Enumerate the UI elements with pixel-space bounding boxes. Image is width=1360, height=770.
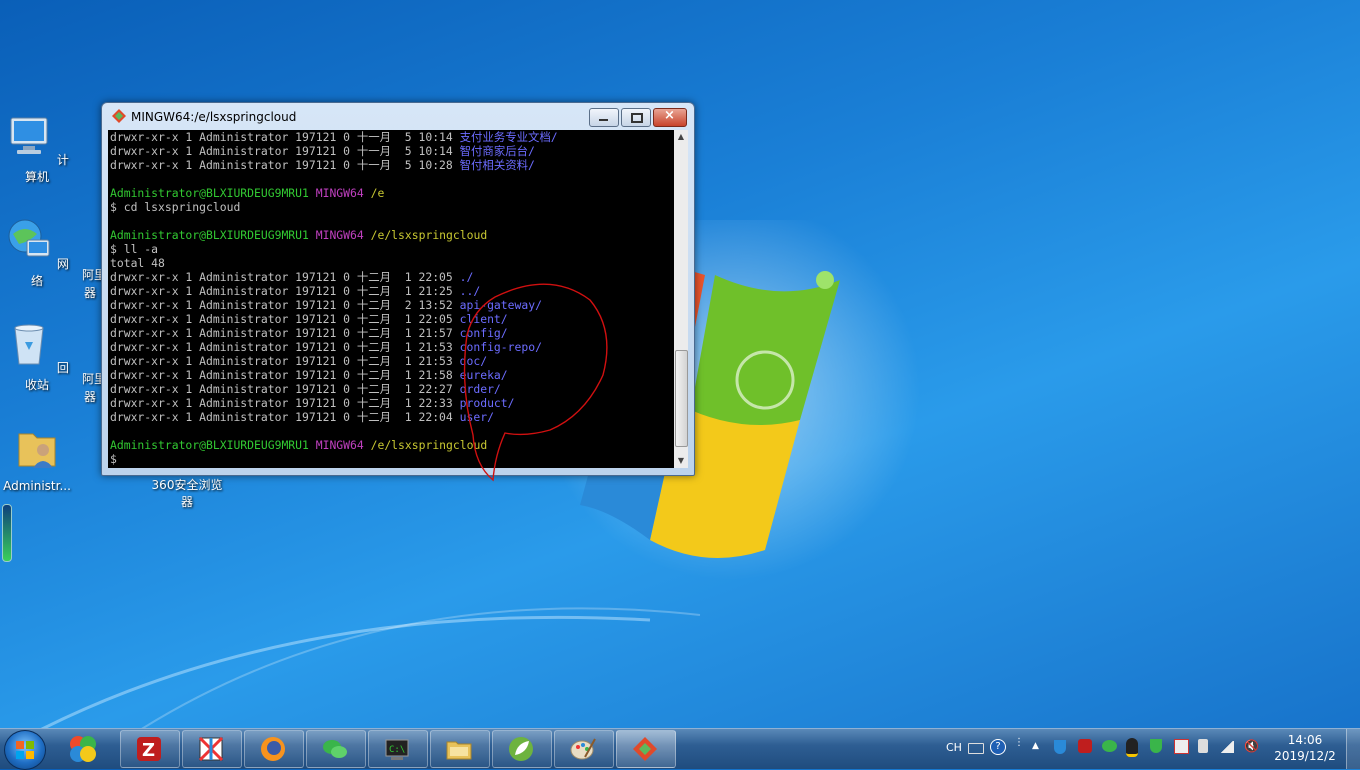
computer-icon (10, 117, 48, 154)
shield-icon[interactable] (1054, 740, 1066, 754)
clock-time: 14:06 (1287, 733, 1323, 747)
listing-line: drwxr-xr-x 1 Administrator 197121 0 十一月 … (110, 158, 535, 172)
show-desktop-button[interactable] (1346, 729, 1360, 769)
taskbar-app-paint[interactable] (554, 730, 614, 768)
total-line: total 48 (110, 256, 165, 270)
desktop-icon-network[interactable]: 网络 (0, 216, 74, 289)
windows-start-icon (16, 741, 34, 759)
minimize-icon (599, 119, 608, 121)
filezilla-icon: Z (137, 737, 161, 761)
wechat-icon (323, 740, 347, 758)
taskbar: Z C:\ CH ? ⋮ ▲ 🔇 14:06 2019/12/2 (0, 728, 1360, 770)
maximize-icon (631, 113, 643, 123)
device-icon[interactable] (1198, 739, 1208, 753)
command-line: $ cd lsxspringcloud (110, 200, 241, 214)
cmd-icon: C:\ (385, 739, 409, 760)
clock-date: 2019/12/2 (1274, 749, 1336, 763)
listing-line: drwxr-xr-x 1 Administrator 197121 0 十一月 … (110, 144, 535, 158)
minimize-button[interactable] (589, 108, 619, 127)
window-titlebar[interactable]: MINGW64:/e/lsxspringcloud × (102, 103, 694, 129)
qq-icon[interactable] (1126, 738, 1138, 757)
prompt-line: Administrator@BLXIURDEUG9MRU1 MINGW64 /e… (110, 228, 488, 242)
scroll-down-arrow-icon[interactable]: ▼ (674, 454, 688, 468)
security-shield-icon[interactable] (1150, 739, 1162, 753)
scrollbar-thumb[interactable] (675, 350, 688, 447)
start-button[interactable] (4, 730, 46, 770)
taskbar-app-firefox[interactable] (244, 730, 304, 768)
prompt-line: Administrator@BLXIURDEUG9MRU1 MINGW64 /e (110, 186, 385, 200)
xmind-icon (198, 736, 224, 762)
taskbar-app-git[interactable] (616, 730, 676, 768)
desktop-icon-computer[interactable]: 计算机 (0, 112, 74, 185)
left-edge-gadget[interactable] (2, 504, 12, 562)
command-line: $ ll -a (110, 242, 159, 256)
taskbar-app-spring-tool[interactable] (492, 730, 552, 768)
red-annotation-circle (463, 283, 608, 482)
file-explorer-icon (446, 741, 472, 760)
svg-text:Z: Z (142, 740, 155, 761)
ime-options-icon[interactable]: ⋮ (1014, 737, 1024, 748)
paint-icon (570, 738, 596, 760)
desktop-icon-recycle-bin[interactable]: 回收站 (0, 320, 74, 393)
git-bash-icon (112, 109, 126, 123)
desktop-icon-browser-360[interactable]: 360安全浏览器 (150, 476, 224, 510)
taskbar-app-wechat[interactable] (306, 730, 366, 768)
language-indicator[interactable]: CH (946, 741, 962, 754)
desktop-icon-label: 360安全浏览器 (151, 478, 223, 509)
spring-tool-icon (509, 737, 533, 761)
volume-muted-icon[interactable]: 🔇 (1244, 739, 1259, 753)
partial-icon-label: 器 (84, 286, 97, 300)
taskbar-app-360-safe[interactable] (58, 731, 108, 767)
keyboard-icon[interactable] (968, 743, 984, 754)
desktop: 计算机 网络 回收站 Administr... 360安全浏览器 阿里 器 阿里… (0, 0, 1360, 728)
taskbar-app-cmd[interactable]: C:\ (368, 730, 428, 768)
dir-name: 智付商家后台/ (459, 144, 535, 158)
firefox-icon (261, 737, 285, 761)
dir-name: 智付相关资料/ (459, 158, 535, 172)
desktop-icon-label: Administr... (3, 479, 71, 493)
user-folder-icon (18, 433, 56, 468)
wechat-tray-icon[interactable] (1102, 740, 1117, 752)
partial-icon-label: 器 (84, 390, 97, 404)
360-safe-icon (70, 736, 96, 762)
action-center-flag-icon[interactable] (1174, 739, 1189, 754)
maximize-button[interactable] (621, 108, 651, 127)
listing-line: drwxr-xr-x 1 Administrator 197121 0 十一月 … (110, 130, 558, 144)
close-button[interactable]: × (653, 108, 687, 127)
close-icon: × (664, 108, 675, 123)
light-streak (40, 607, 701, 728)
show-hidden-icons-icon[interactable]: ▲ (1032, 741, 1039, 751)
clock[interactable]: 14:06 2019/12/2 (1270, 732, 1340, 764)
taskbar-app-xmind[interactable] (182, 730, 242, 768)
taskbar-app-filezilla[interactable]: Z (120, 730, 180, 768)
filezilla-tray-icon[interactable] (1078, 739, 1092, 753)
taskbar-app-file-explorer[interactable] (430, 730, 490, 768)
desktop-icon-user-folder[interactable]: Administr... (0, 424, 74, 493)
help-icon[interactable]: ? (990, 739, 1006, 755)
vertical-scrollbar[interactable]: ▲ ▼ (674, 130, 688, 468)
git-icon (633, 737, 657, 761)
system-tray: CH ? ⋮ ▲ 🔇 (940, 729, 1270, 769)
scroll-up-arrow-icon[interactable]: ▲ (674, 130, 688, 144)
svg-text:C:\: C:\ (389, 745, 405, 755)
recycle-bin-icon (14, 324, 44, 365)
window-title: MINGW64:/e/lsxspringcloud (131, 110, 297, 124)
network-icon (8, 219, 50, 257)
dir-name: 支付业务专业文档/ (459, 130, 558, 144)
network-signal-icon[interactable] (1220, 741, 1234, 753)
